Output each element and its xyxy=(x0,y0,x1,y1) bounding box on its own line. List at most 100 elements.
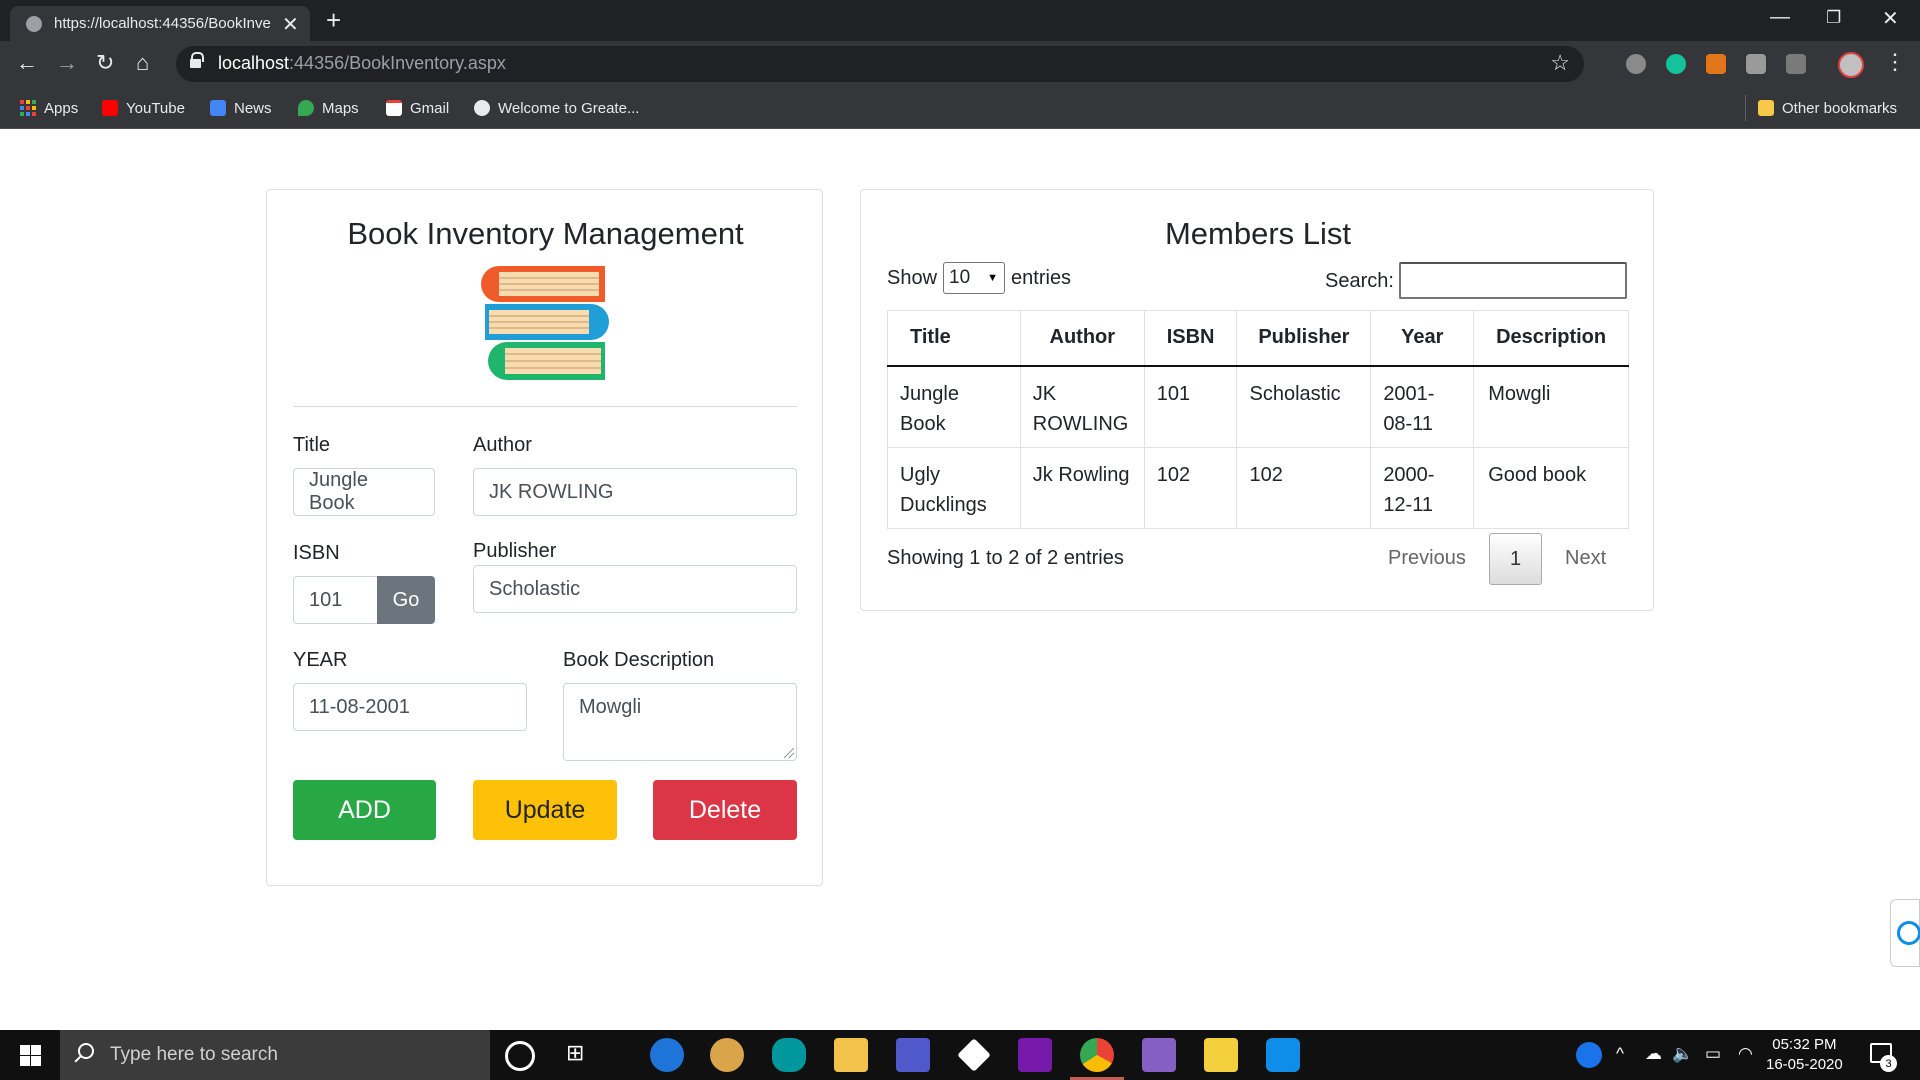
apps-grid-icon xyxy=(20,100,36,116)
edge-icon[interactable] xyxy=(650,1038,684,1072)
cell-year: 2001-08-11 xyxy=(1370,365,1475,448)
extension-k-icon[interactable] xyxy=(1746,54,1766,74)
maps-pin-icon xyxy=(298,100,314,116)
volume-icon[interactable]: 🔈 xyxy=(1672,1044,1693,1064)
close-window-icon[interactable]: ✕ xyxy=(1882,6,1899,31)
column-header-description[interactable]: Description xyxy=(1473,310,1629,367)
teamviewer-icon xyxy=(1897,921,1920,945)
restore-icon[interactable]: ❐ xyxy=(1826,8,1841,28)
column-header-publisher[interactable]: Publisher xyxy=(1236,310,1372,367)
description-label: Book Description xyxy=(563,649,715,671)
next-page-button[interactable]: Next xyxy=(1565,547,1606,570)
news-icon xyxy=(210,100,226,116)
members-list-card: Members List Show 10 ▼ entries Search: T… xyxy=(860,189,1654,611)
battery-icon[interactable]: ▭ xyxy=(1705,1044,1721,1064)
page-size-control: Show 10 ▼ entries xyxy=(887,262,1071,294)
publisher-input[interactable]: Scholastic xyxy=(473,565,797,613)
arduino-icon[interactable] xyxy=(772,1038,806,1072)
globe-icon xyxy=(26,16,42,32)
author-input[interactable]: JK ROWLING xyxy=(473,468,797,516)
lock-icon[interactable] xyxy=(190,52,204,70)
teamviewer-panel[interactable] xyxy=(1890,899,1920,967)
previous-page-button[interactable]: Previous xyxy=(1388,547,1466,570)
teams-icon[interactable] xyxy=(896,1038,930,1072)
go-button[interactable]: Go xyxy=(377,576,435,624)
chrome-icon[interactable] xyxy=(1080,1038,1114,1072)
browser-tab[interactable]: https://localhost:44356/BookInve ✕ xyxy=(10,6,310,41)
visual-studio-icon[interactable] xyxy=(1142,1038,1176,1072)
dropdown-arrow-icon: ▼ xyxy=(987,272,999,284)
forward-icon[interactable]: → xyxy=(56,50,78,76)
title-input[interactable]: Jungle Book xyxy=(293,468,435,516)
table-row[interactable]: Jungle Book JK ROWLING 101 Scholastic 20… xyxy=(887,365,1629,448)
description-textarea[interactable]: Mowgli xyxy=(563,683,797,761)
bookmarks-bar: Apps YouTube News Maps Gmail Welcome to … xyxy=(0,87,1920,129)
notification-badge: 3 xyxy=(1880,1055,1897,1072)
pencil-app-icon[interactable] xyxy=(1204,1038,1238,1072)
tab-title: https://localhost:44356/BookInve xyxy=(54,15,271,32)
show-label: Show xyxy=(887,266,938,289)
windows-start-icon[interactable] xyxy=(20,1045,41,1066)
taskbar-search[interactable]: Type here to search xyxy=(60,1030,490,1080)
year-date-input[interactable]: 11-08-2001 xyxy=(293,683,527,731)
minimize-icon[interactable]: — xyxy=(1770,6,1790,29)
dropbox-icon[interactable] xyxy=(957,1038,991,1072)
cell-isbn: 101 xyxy=(1143,365,1238,448)
cell-description: Good book xyxy=(1473,446,1629,529)
column-header-title[interactable]: Title xyxy=(887,310,1021,367)
metamask-icon[interactable] xyxy=(1706,54,1726,74)
grammarly-icon[interactable] xyxy=(1666,54,1686,74)
close-tab-icon[interactable]: ✕ xyxy=(282,12,299,37)
search-input[interactable] xyxy=(1399,262,1627,299)
bookmark-other[interactable]: Other bookmarks xyxy=(1758,87,1897,129)
reload-icon[interactable]: ↻ xyxy=(96,50,114,76)
year-label: YEAR xyxy=(293,649,348,671)
column-header-isbn[interactable]: ISBN xyxy=(1143,310,1238,367)
extension-doc-icon[interactable] xyxy=(1786,54,1806,74)
bookmark-news[interactable]: News xyxy=(210,87,272,129)
bookmark-welcome[interactable]: Welcome to Greate... xyxy=(474,87,639,129)
table-row[interactable]: Ugly Ducklings Jk Rowling 102 102 2000-1… xyxy=(887,446,1629,529)
page-size-select[interactable]: 10 ▼ xyxy=(943,262,1006,294)
teamviewer-taskbar-icon[interactable] xyxy=(1266,1038,1300,1072)
onenote-icon[interactable] xyxy=(1018,1038,1052,1072)
bookmark-star-icon[interactable]: ☆ xyxy=(1550,50,1570,76)
resize-handle-icon[interactable] xyxy=(784,748,794,758)
delete-button[interactable]: Delete xyxy=(653,780,797,840)
bookmark-apps[interactable]: Apps xyxy=(20,87,78,129)
bookmark-gmail[interactable]: Gmail xyxy=(386,87,449,129)
bookmark-youtube[interactable]: YouTube xyxy=(102,87,185,129)
update-button[interactable]: Update xyxy=(473,780,617,840)
page-1-button[interactable]: 1 xyxy=(1489,533,1542,585)
file-explorer-icon[interactable] xyxy=(834,1038,868,1072)
add-button[interactable]: ADD xyxy=(293,780,436,840)
cell-title: Jungle Book xyxy=(887,365,1021,448)
column-header-year[interactable]: Year xyxy=(1370,310,1475,367)
address-bar[interactable]: localhost:44356/BookInventory.aspx ☆ xyxy=(176,46,1584,82)
new-tab-icon[interactable]: + xyxy=(326,5,341,36)
book-form-card: Book Inventory Management Title Jungle B… xyxy=(266,189,823,886)
bookmark-label: Gmail xyxy=(410,99,450,117)
title-label: Title xyxy=(293,434,331,456)
publisher-label: Publisher xyxy=(473,540,557,562)
paint-icon[interactable] xyxy=(710,1038,744,1072)
back-icon[interactable]: ← xyxy=(16,50,38,76)
home-icon[interactable]: ⌂ xyxy=(136,50,149,76)
menu-icon[interactable]: ⋮ xyxy=(1884,49,1906,75)
clock[interactable]: 05:32 PM 16-05-2020 xyxy=(1766,1035,1843,1075)
help-icon[interactable] xyxy=(1576,1042,1602,1068)
wifi-icon[interactable]: ◠ xyxy=(1738,1044,1753,1064)
cloud-icon[interactable]: ☁ xyxy=(1645,1044,1662,1064)
task-view-icon[interactable]: ⊞ xyxy=(566,1040,584,1066)
column-header-author[interactable]: Author xyxy=(1019,310,1145,367)
chevron-up-icon[interactable]: ^ xyxy=(1616,1044,1624,1064)
profile-avatar[interactable] xyxy=(1838,52,1864,78)
cortana-icon[interactable] xyxy=(505,1041,535,1071)
taskbar: Type here to search ⊞ ^ ☁ 🔈 ▭ ◠ 05:32 PM… xyxy=(0,1030,1920,1080)
bookmark-label: YouTube xyxy=(126,99,185,117)
cell-author: JK ROWLING xyxy=(1019,365,1145,448)
search-icon xyxy=(78,1043,94,1059)
isbn-input[interactable]: 101 xyxy=(293,576,379,624)
bookmark-maps[interactable]: Maps xyxy=(298,87,359,129)
extension-icon[interactable] xyxy=(1626,54,1646,74)
